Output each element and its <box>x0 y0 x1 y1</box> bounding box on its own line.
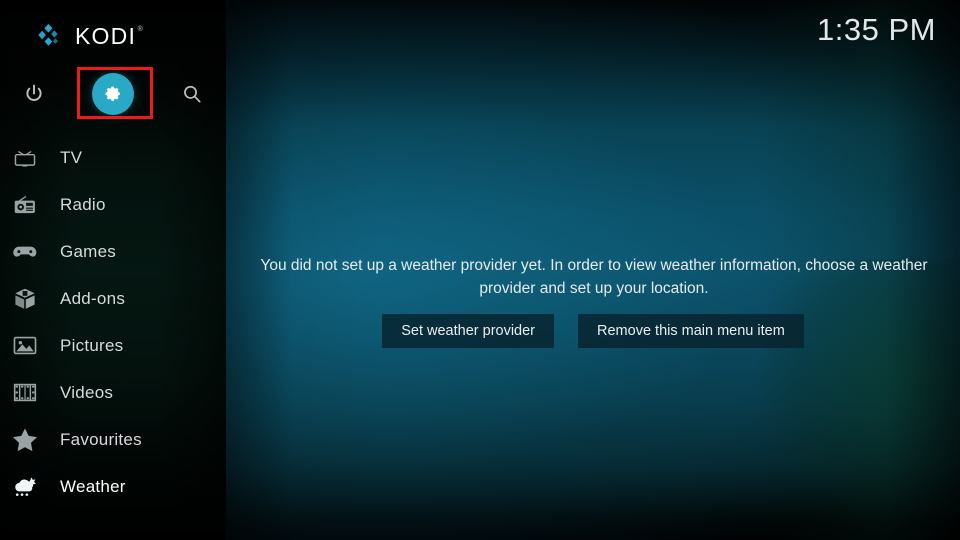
kodi-home-screen: KODI ® TV Radio Games Add-ons Pictures V… <box>0 0 960 540</box>
pictures-icon <box>10 332 40 360</box>
power-icon <box>26 84 42 101</box>
film-strip-icon <box>10 379 40 407</box>
kodi-wordmark: KODI <box>75 22 137 49</box>
top-icon-bar <box>0 68 226 120</box>
radio-icon <box>10 191 40 219</box>
sidebar-menu: TV Radio Games Add-ons Pictures Videos F… <box>0 134 226 510</box>
gear-icon <box>105 86 120 101</box>
sidebar-item-radio[interactable]: Radio <box>0 181 226 228</box>
sidebar-item-label: Radio <box>60 195 106 214</box>
sidebar-item-label: Videos <box>60 383 114 402</box>
weather-action-buttons: Set weather provider Remove this main me… <box>226 314 960 348</box>
settings-button[interactable] <box>87 68 139 120</box>
weather-icon <box>10 473 40 501</box>
sidebar-item-pictures[interactable]: Pictures <box>0 322 226 369</box>
search-button[interactable] <box>166 68 218 120</box>
sidebar-item-addons[interactable]: Add-ons <box>0 275 226 322</box>
sidebar-item-favourites[interactable]: Favourites <box>0 416 226 463</box>
kodi-logo-text: KODI ® <box>75 22 143 49</box>
power-button[interactable] <box>8 68 60 120</box>
search-icon <box>184 85 201 103</box>
sidebar-item-games[interactable]: Games <box>0 228 226 275</box>
sidebar-item-label: Favourites <box>60 430 142 449</box>
sidebar-item-label: Games <box>60 242 117 261</box>
sidebar-item-videos[interactable]: Videos <box>0 369 226 416</box>
sidebar-item-label: TV <box>60 148 83 167</box>
remove-main-menu-item-button[interactable]: Remove this main menu item <box>578 314 804 348</box>
sidebar-item-label: Pictures <box>60 336 124 355</box>
gamepad-icon <box>10 238 40 266</box>
weather-setup-message: You did not set up a weather provider ye… <box>260 257 928 297</box>
set-weather-provider-button[interactable]: Set weather provider <box>382 314 555 348</box>
clock: 1:35 PM <box>817 12 936 47</box>
tv-icon <box>10 144 40 172</box>
background-green-glow <box>629 259 960 540</box>
sidebar-item-tv[interactable]: TV <box>0 134 226 181</box>
kodi-logo: KODI ® <box>36 22 143 50</box>
star-icon <box>10 426 40 454</box>
sidebar-item-label: Weather <box>60 477 126 496</box>
settings-active-disc <box>92 73 134 115</box>
sidebar-item-label: Add-ons <box>60 289 126 308</box>
addons-box-icon <box>10 285 40 313</box>
kodi-logo-icon <box>38 24 58 46</box>
kodi-trademark: ® <box>137 25 145 33</box>
sidebar-item-weather[interactable]: Weather <box>0 463 226 510</box>
